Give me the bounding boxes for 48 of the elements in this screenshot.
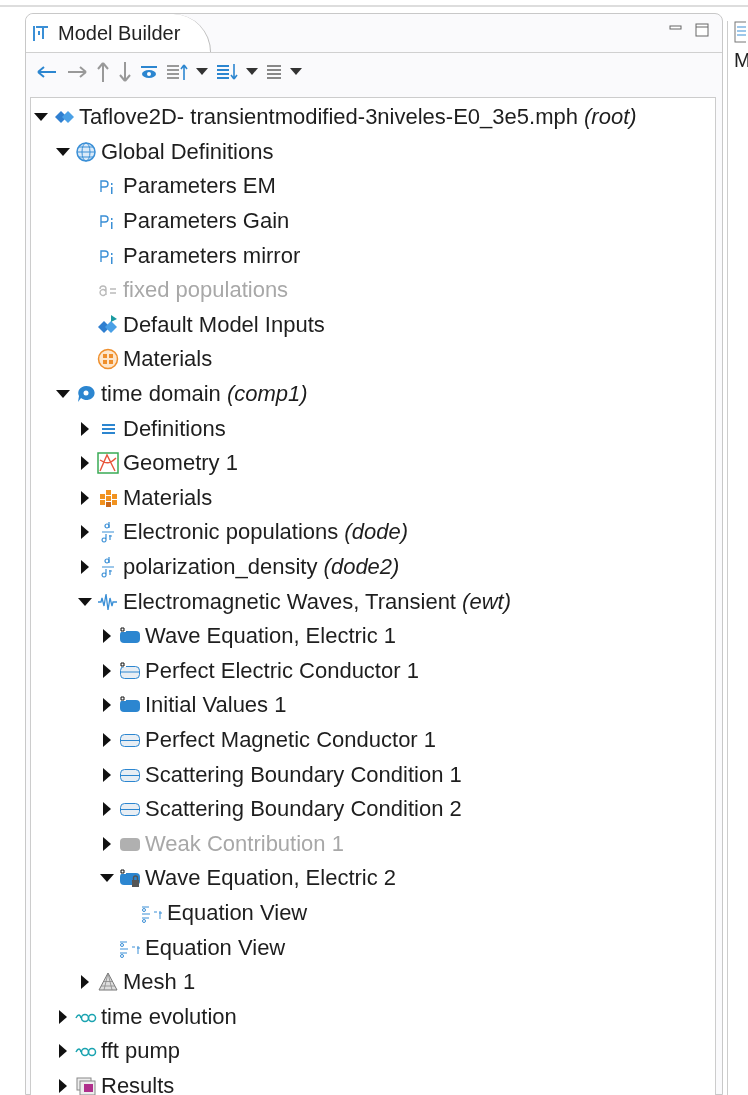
tree-item[interactable]: Electromagnetic Waves, Transient (ewt) — [123, 588, 511, 615]
tree-item[interactable]: time domain (comp1) — [101, 381, 308, 408]
model-builder-tab[interactable]: Model Builder — [26, 14, 212, 52]
forward-arrow-icon[interactable] — [66, 64, 88, 80]
tree-item[interactable]: Wave Equation, Electric 2 — [145, 865, 397, 892]
tree-item[interactable]: Definitions — [123, 415, 226, 442]
tree-item[interactable]: polarization_density (dode2) — [123, 554, 400, 580]
tree-item[interactable]: fft pump — [101, 1038, 181, 1065]
tree-item[interactable]: Mesh 1 — [123, 969, 196, 996]
list-icon[interactable] — [266, 63, 282, 81]
tree-item[interactable]: Scattering Boundary Condition 2 — [145, 796, 462, 823]
tree-item[interactable]: Materials — [123, 346, 213, 373]
tree-item[interactable]: Scattering Boundary Condition 1 — [145, 761, 462, 788]
tree-item[interactable]: Equation View — [145, 934, 286, 961]
collapse-list-icon[interactable] — [166, 63, 188, 81]
tree-item[interactable]: Default Model Inputs — [123, 311, 325, 338]
tree-item[interactable]: Geometry 1 — [123, 450, 238, 477]
tree-item[interactable]: Equation View — [167, 899, 308, 926]
boundary-node-icon — [119, 659, 141, 682]
tree-item[interactable]: Perfect Magnetic Conductor 1 — [145, 727, 437, 753]
tree-item[interactable]: Wave Equation, Electric 1 — [145, 623, 397, 650]
tree-item[interactable]: Parameters Gain — [123, 208, 290, 235]
tree-item[interactable]: Initial Values 1 — [145, 692, 287, 719]
up-arrow-icon[interactable] — [96, 61, 110, 83]
tree-item[interactable]: Global Definitions — [101, 138, 274, 165]
tree-item[interactable]: time evolution — [101, 1003, 237, 1030]
caret-icon[interactable] — [246, 68, 258, 76]
inputs-icon — [97, 313, 119, 336]
mesh-icon — [97, 971, 119, 994]
back-arrow-icon[interactable] — [36, 64, 58, 80]
tree-item[interactable]: Materials — [123, 484, 213, 511]
tree-item[interactable]: Parameters mirror — [123, 242, 301, 269]
globe-icon — [75, 140, 97, 163]
caret-icon[interactable] — [196, 68, 208, 76]
expand-list-icon[interactable] — [216, 63, 238, 81]
tree-item[interactable]: Electronic populations (dode) — [123, 519, 408, 546]
tree-item[interactable]: Taflove2D- transientmodified-3niveles-E0_3e5.mph (root) — [79, 104, 637, 131]
caret-icon[interactable] — [290, 68, 302, 76]
tree-item[interactable]: Perfect Electric Conductor 1 — [145, 657, 419, 684]
results-icon — [75, 1074, 97, 1095]
tree-item[interactable]: Parameters EM — [123, 173, 276, 200]
materials-icon — [97, 348, 119, 371]
maximize-button[interactable] — [694, 22, 710, 38]
geometry-icon — [97, 452, 119, 475]
tree-item[interactable]: Results — [101, 1072, 175, 1095]
locked-node-icon — [119, 867, 141, 890]
down-arrow-icon[interactable] — [118, 61, 132, 83]
eye-icon[interactable] — [140, 65, 158, 79]
